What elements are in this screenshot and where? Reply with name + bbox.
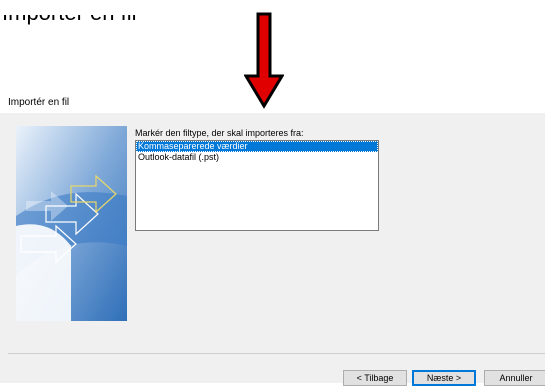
back-button[interactable]: < Tilbage <box>343 370 407 386</box>
dialog-title: Importér en fil <box>8 97 70 108</box>
top-caption-partial: Importér en fil <box>2 0 137 25</box>
down-arrow-icon <box>244 12 284 109</box>
instruction-label: Markér den filtype, der skal importeres … <box>135 128 304 138</box>
next-button[interactable]: Næste > <box>412 370 476 386</box>
import-export-wizard-graphic <box>16 126 127 321</box>
separator <box>8 353 545 354</box>
file-type-listbox[interactable]: Kommaseparerede værdier Outlook-datafil … <box>135 140 379 231</box>
cancel-button[interactable]: Annuller <box>484 370 545 386</box>
list-item-pst[interactable]: Outlook-datafil (.pst) <box>136 152 378 163</box>
list-item-csv[interactable]: Kommaseparerede værdier <box>136 141 378 152</box>
